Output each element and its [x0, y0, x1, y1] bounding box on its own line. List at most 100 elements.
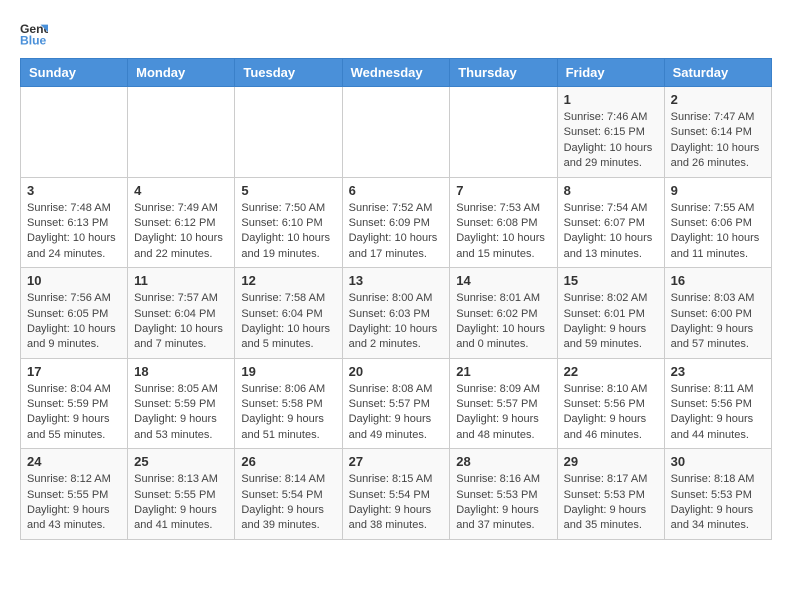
calendar-cell: 12Sunrise: 7:58 AM Sunset: 6:04 PM Dayli…: [235, 268, 342, 359]
day-number: 1: [564, 92, 658, 107]
day-number: 14: [456, 273, 550, 288]
day-info: Sunrise: 8:04 AM Sunset: 5:59 PM Dayligh…: [27, 382, 121, 444]
logo-icon: General Blue: [20, 20, 48, 48]
day-info: Sunrise: 8:01 AM Sunset: 6:02 PM Dayligh…: [456, 291, 550, 353]
day-number: 16: [671, 273, 765, 288]
day-info: Sunrise: 7:57 AM Sunset: 6:04 PM Dayligh…: [134, 291, 228, 353]
day-number: 2: [671, 92, 765, 107]
calendar-cell: 5 Sunrise: 7:50 AM Sunset: 6:10 PM Daylig…: [235, 177, 342, 268]
calendar-header-row: SundayMondayTuesdayWednesdayThursdayFrid…: [21, 59, 772, 87]
day-number: 11: [134, 273, 228, 288]
calendar-cell: 4 Sunrise: 7:49 AM Sunset: 6:12 PM Daylig…: [128, 177, 235, 268]
calendar-cell: 6 Sunrise: 7:52 AM Sunset: 6:09 PM Daylig…: [342, 177, 450, 268]
calendar-cell: 30Sunrise: 8:18 AM Sunset: 5:53 PM Dayli…: [664, 449, 771, 540]
day-number: 6: [349, 183, 444, 198]
calendar-cell: 8 Sunrise: 7:54 AM Sunset: 6:07 PM Daylig…: [557, 177, 664, 268]
calendar-cell: 29 Sunrise: 8:17 AM Sunset: 5:53 PM Dayli…: [557, 449, 664, 540]
calendar-week-row: 17 Sunrise: 8:04 AM Sunset: 5:59 PM Dayli…: [21, 358, 772, 449]
day-info: Sunrise: 7:55 AM Sunset: 6:06 PM Dayligh…: [671, 201, 765, 263]
day-number: 8: [564, 183, 658, 198]
day-number: 5: [241, 183, 335, 198]
day-info: Sunrise: 8:13 AM Sunset: 5:55 PM Dayligh…: [134, 472, 228, 534]
calendar-cell: 25 Sunrise: 8:13 AM Sunset: 5:55 PM Dayli…: [128, 449, 235, 540]
weekday-header-friday: Friday: [557, 59, 664, 87]
day-info: Sunrise: 8:16 AM Sunset: 5:53 PM Dayligh…: [456, 472, 550, 534]
day-number: 25: [134, 454, 228, 469]
day-number: 9: [671, 183, 765, 198]
day-info: Sunrise: 7:56 AM Sunset: 6:05 PM Dayligh…: [27, 291, 121, 353]
logo: General Blue: [20, 20, 52, 48]
day-info: Sunrise: 8:15 AM Sunset: 5:54 PM Dayligh…: [349, 472, 444, 534]
calendar-cell: [235, 87, 342, 178]
calendar-cell: 21Sunrise: 8:09 AM Sunset: 5:57 PM Dayli…: [450, 358, 557, 449]
calendar-cell: [128, 87, 235, 178]
calendar-cell: 19 Sunrise: 8:06 AM Sunset: 5:58 PM Dayli…: [235, 358, 342, 449]
calendar-cell: 14 Sunrise: 8:01 AM Sunset: 6:02 PM Dayli…: [450, 268, 557, 359]
calendar-cell: 22 Sunrise: 8:10 AM Sunset: 5:56 PM Dayli…: [557, 358, 664, 449]
day-number: 24: [27, 454, 121, 469]
calendar-cell: 9 Sunrise: 7:55 AM Sunset: 6:06 PM Daylig…: [664, 177, 771, 268]
calendar-week-row: 3Sunrise: 7:48 AM Sunset: 6:13 PM Daylig…: [21, 177, 772, 268]
calendar-cell: 18 Sunrise: 8:05 AM Sunset: 5:59 PM Dayli…: [128, 358, 235, 449]
calendar-week-row: 1 Sunrise: 7:46 AM Sunset: 6:15 PM Daylig…: [21, 87, 772, 178]
weekday-header-sunday: Sunday: [21, 59, 128, 87]
day-info: Sunrise: 7:53 AM Sunset: 6:08 PM Dayligh…: [456, 201, 550, 263]
svg-text:Blue: Blue: [20, 33, 47, 47]
day-info: Sunrise: 8:14 AM Sunset: 5:54 PM Dayligh…: [241, 472, 335, 534]
day-info: Sunrise: 7:54 AM Sunset: 6:07 PM Dayligh…: [564, 201, 658, 263]
calendar-week-row: 10 Sunrise: 7:56 AM Sunset: 6:05 PM Dayli…: [21, 268, 772, 359]
day-info: Sunrise: 8:05 AM Sunset: 5:59 PM Dayligh…: [134, 382, 228, 444]
day-number: 17: [27, 364, 121, 379]
day-number: 28: [456, 454, 550, 469]
day-info: Sunrise: 8:02 AM Sunset: 6:01 PM Dayligh…: [564, 291, 658, 353]
day-info: Sunrise: 8:12 AM Sunset: 5:55 PM Dayligh…: [27, 472, 121, 534]
calendar-cell: 27Sunrise: 8:15 AM Sunset: 5:54 PM Dayli…: [342, 449, 450, 540]
day-number: 4: [134, 183, 228, 198]
day-info: Sunrise: 7:50 AM Sunset: 6:10 PM Dayligh…: [241, 201, 335, 263]
day-info: Sunrise: 8:11 AM Sunset: 5:56 PM Dayligh…: [671, 382, 765, 444]
day-info: Sunrise: 8:10 AM Sunset: 5:56 PM Dayligh…: [564, 382, 658, 444]
day-number: 7: [456, 183, 550, 198]
day-number: 19: [241, 364, 335, 379]
calendar-cell: [21, 87, 128, 178]
day-number: 26: [241, 454, 335, 469]
calendar-cell: 24 Sunrise: 8:12 AM Sunset: 5:55 PM Dayli…: [21, 449, 128, 540]
day-info: Sunrise: 7:47 AM Sunset: 6:14 PM Dayligh…: [671, 110, 765, 172]
day-info: Sunrise: 8:17 AM Sunset: 5:53 PM Dayligh…: [564, 472, 658, 534]
day-number: 21: [456, 364, 550, 379]
calendar-cell: 26 Sunrise: 8:14 AM Sunset: 5:54 PM Dayli…: [235, 449, 342, 540]
day-number: 15: [564, 273, 658, 288]
calendar-cell: 13Sunrise: 8:00 AM Sunset: 6:03 PM Dayli…: [342, 268, 450, 359]
day-info: Sunrise: 8:03 AM Sunset: 6:00 PM Dayligh…: [671, 291, 765, 353]
day-info: Sunrise: 7:46 AM Sunset: 6:15 PM Dayligh…: [564, 110, 658, 172]
day-number: 23: [671, 364, 765, 379]
calendar-cell: 17 Sunrise: 8:04 AM Sunset: 5:59 PM Dayli…: [21, 358, 128, 449]
day-info: Sunrise: 8:06 AM Sunset: 5:58 PM Dayligh…: [241, 382, 335, 444]
day-number: 10: [27, 273, 121, 288]
day-info: Sunrise: 8:18 AM Sunset: 5:53 PM Dayligh…: [671, 472, 765, 534]
calendar-cell: 28 Sunrise: 8:16 AM Sunset: 5:53 PM Dayli…: [450, 449, 557, 540]
day-number: 29: [564, 454, 658, 469]
calendar-cell: 20Sunrise: 8:08 AM Sunset: 5:57 PM Dayli…: [342, 358, 450, 449]
page-header: General Blue: [20, 20, 772, 48]
day-info: Sunrise: 8:00 AM Sunset: 6:03 PM Dayligh…: [349, 291, 444, 353]
weekday-header-wednesday: Wednesday: [342, 59, 450, 87]
calendar-cell: [450, 87, 557, 178]
day-info: Sunrise: 7:52 AM Sunset: 6:09 PM Dayligh…: [349, 201, 444, 263]
day-info: Sunrise: 7:48 AM Sunset: 6:13 PM Dayligh…: [27, 201, 121, 263]
calendar-cell: 7 Sunrise: 7:53 AM Sunset: 6:08 PM Daylig…: [450, 177, 557, 268]
day-number: 22: [564, 364, 658, 379]
calendar-cell: 11 Sunrise: 7:57 AM Sunset: 6:04 PM Dayli…: [128, 268, 235, 359]
weekday-header-saturday: Saturday: [664, 59, 771, 87]
calendar-cell: 15 Sunrise: 8:02 AM Sunset: 6:01 PM Dayli…: [557, 268, 664, 359]
calendar-cell: [342, 87, 450, 178]
calendar-week-row: 24 Sunrise: 8:12 AM Sunset: 5:55 PM Dayli…: [21, 449, 772, 540]
calendar-cell: 2 Sunrise: 7:47 AM Sunset: 6:14 PM Daylig…: [664, 87, 771, 178]
weekday-header-monday: Monday: [128, 59, 235, 87]
day-number: 18: [134, 364, 228, 379]
day-info: Sunrise: 7:58 AM Sunset: 6:04 PM Dayligh…: [241, 291, 335, 353]
calendar-cell: 16 Sunrise: 8:03 AM Sunset: 6:00 PM Dayli…: [664, 268, 771, 359]
day-number: 20: [349, 364, 444, 379]
day-info: Sunrise: 7:49 AM Sunset: 6:12 PM Dayligh…: [134, 201, 228, 263]
calendar-cell: 3Sunrise: 7:48 AM Sunset: 6:13 PM Daylig…: [21, 177, 128, 268]
